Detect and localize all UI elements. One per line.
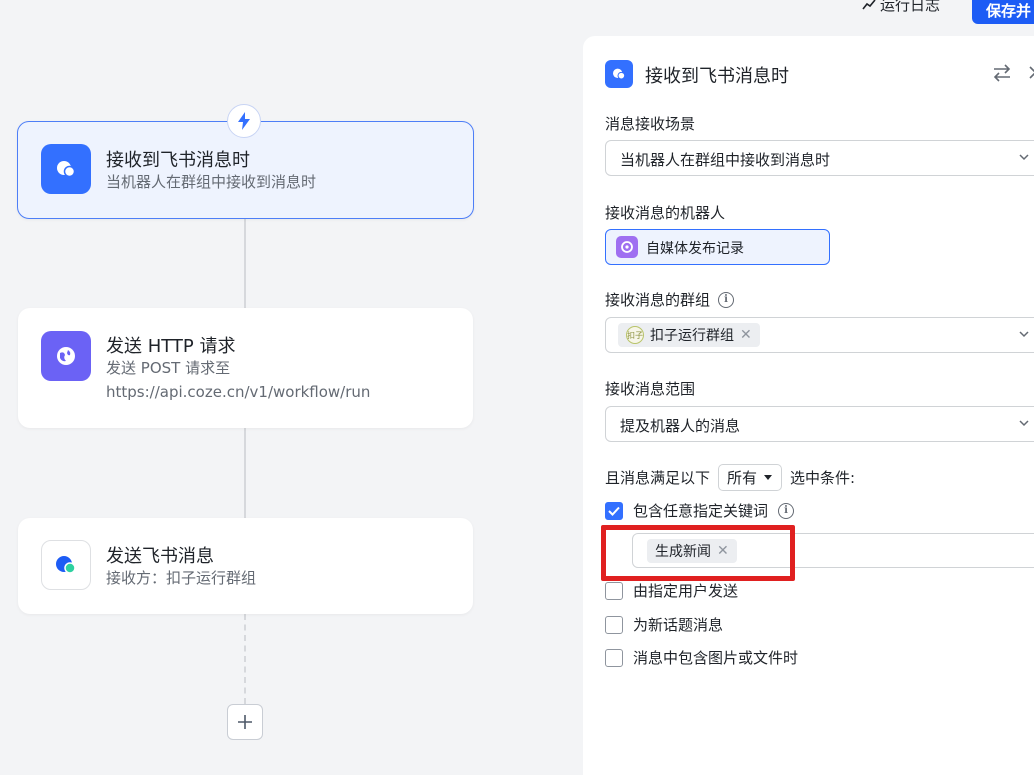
bot-selector[interactable]: 自媒体发布记录 [605,229,830,265]
condition-mode-select[interactable]: 所有 [718,464,783,491]
node-subtitle: 接收方：扣子运行群组 [106,569,257,587]
connector-line [244,218,246,308]
node-title: 发送飞书消息 [106,546,214,567]
config-panel: 接收到飞书消息时 消息接收场景 当机器人在群组中接收到消息时 接收消息的机器人 … [583,36,1034,775]
chevron-down-icon [1019,420,1029,427]
group-avatar: 扣子 [626,326,644,344]
group-tag: 扣子 扣子运行群组 ✕ [618,323,760,347]
chevron-down-icon [1019,154,1029,161]
range-value: 提及机器人的消息 [620,417,741,435]
checkbox[interactable] [605,648,623,667]
connector-line [244,428,246,518]
group-tag-label: 扣子运行群组 [650,328,734,344]
lightning-icon [227,104,261,138]
save-publish-button[interactable]: 保存并 [972,0,1034,24]
node-subtitle-url: https://api.coze.cn/v1/workflow/run [106,383,371,401]
scene-label: 消息接收场景 [605,115,696,133]
checkbox-checked[interactable] [605,501,623,520]
feishu-message-icon [41,144,91,194]
check-label: 为新话题消息 [633,616,724,634]
node-title: 接收到飞书消息时 [106,150,250,171]
condition-mode-value: 所有 [727,469,758,487]
bot-label: 接收消息的机器人 [605,204,726,222]
range-label: 接收消息范围 [605,380,696,398]
close-icon[interactable] [1027,62,1034,82]
plus-icon [238,715,252,729]
check-label: 由指定用户发送 [633,582,739,600]
condition-row: 且消息满足以下 所有 选中条件: [605,464,855,491]
check-label: 包含任意指定关键词 [633,502,769,520]
checkbox[interactable] [605,615,623,634]
info-icon[interactable]: i [718,291,735,308]
group-label: 接收消息的群组 i [605,289,735,310]
check-keyword[interactable]: 包含任意指定关键词 i [605,500,795,521]
globe-icon [41,331,91,381]
checkbox[interactable] [605,581,623,600]
remove-tag-icon[interactable]: ✕ [740,327,752,343]
annotation-highlight-box [601,525,795,581]
node-subtitle: 发送 POST 请求至 [106,359,231,377]
bot-avatar-icon [616,236,638,258]
check-icon [608,506,620,516]
add-node-button[interactable] [227,704,263,740]
chevron-down-icon [1019,331,1029,338]
check-new-topic[interactable]: 为新话题消息 [605,614,723,635]
scene-value: 当机器人在群组中接收到消息时 [620,151,831,169]
bot-name: 自媒体发布记录 [646,241,744,257]
swap-icon[interactable] [991,62,1013,84]
trend-icon [862,0,876,9]
group-label-text: 接收消息的群组 [605,291,711,309]
range-select[interactable]: 提及机器人的消息 [605,406,1034,442]
condition-suffix: 选中条件: [790,469,856,487]
check-label: 消息中包含图片或文件时 [633,649,799,667]
feishu-message-icon [605,60,633,88]
feishu-bubble-icon [41,540,91,590]
connector-dashed [244,614,246,704]
node-subtitle: 当机器人在群组中接收到消息时 [106,173,317,191]
run-log-label: 运行日志 [880,0,941,14]
flow-node-http[interactable]: 发送 HTTP 请求 发送 POST 请求至 https://api.coze.… [18,308,473,428]
scene-select[interactable]: 当机器人在群组中接收到消息时 [605,140,1034,176]
node-title: 发送 HTTP 请求 [106,336,236,357]
condition-prefix: 且消息满足以下 [605,469,711,487]
caret-down-icon [764,474,773,480]
panel-title: 接收到飞书消息时 [645,66,789,87]
group-select[interactable]: 扣子 扣子运行群组 ✕ [605,317,1034,353]
info-icon[interactable]: i [778,502,795,519]
run-log-link[interactable]: 运行日志 [862,0,940,15]
check-attachment[interactable]: 消息中包含图片或文件时 [605,647,798,668]
flow-node-send-message[interactable]: 发送飞书消息 接收方：扣子运行群组 [18,518,473,614]
check-user[interactable]: 由指定用户发送 [605,580,738,601]
